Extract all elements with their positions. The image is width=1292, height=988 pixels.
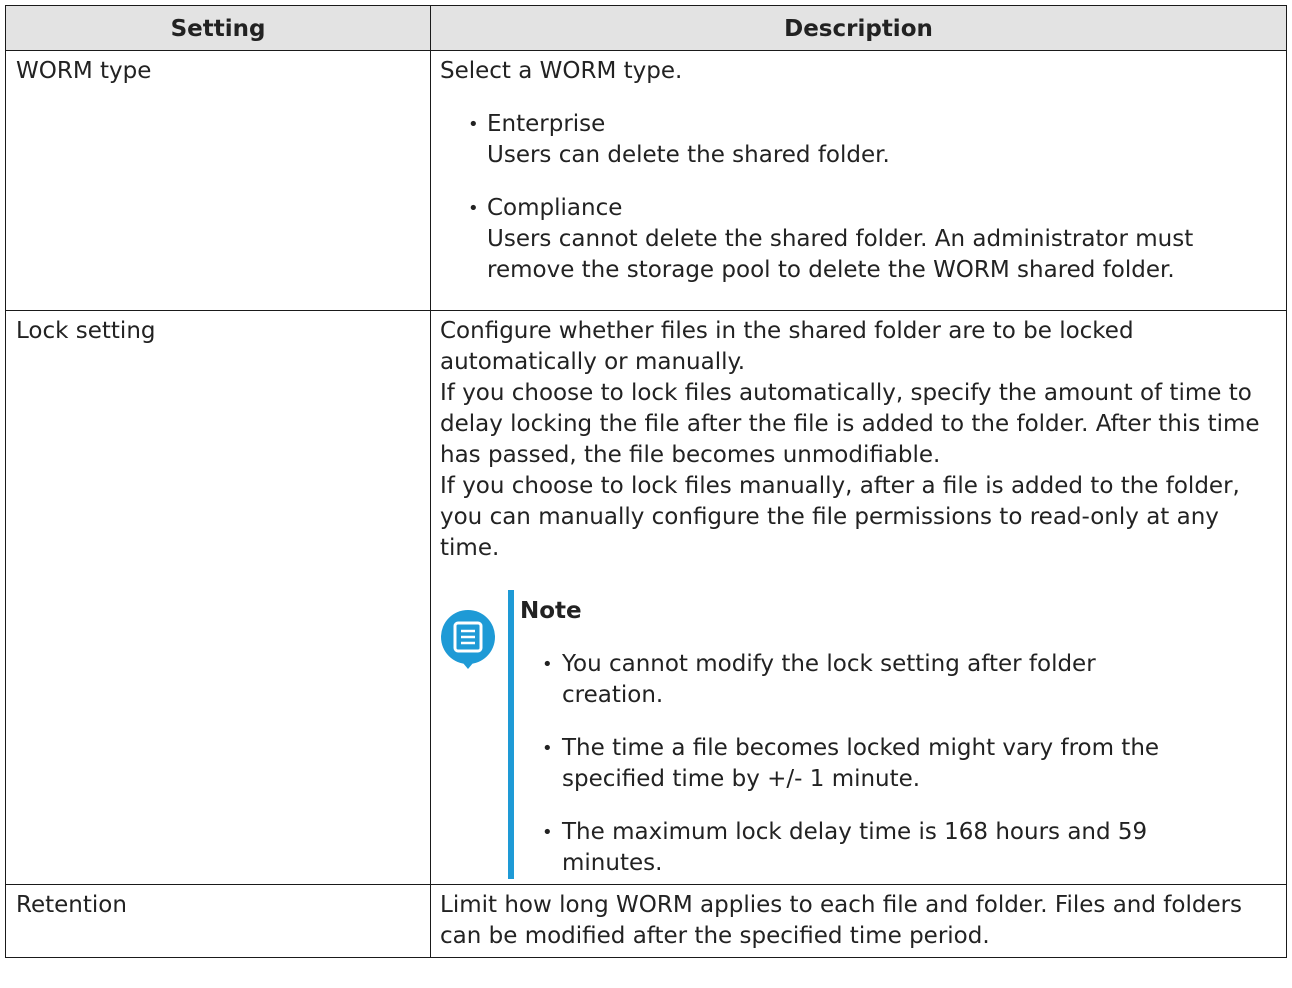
note-accent-bar [508, 590, 514, 879]
table-row: Retention Limit how long WORM applies to… [5, 884, 1287, 958]
list-item: The time a file becomes locked might var… [520, 733, 1160, 795]
list-item: Compliance Users cannot delete the share… [440, 193, 1277, 286]
setting-name: WORM type [5, 50, 431, 311]
description-text: Limit how long WORM applies to each file… [440, 892, 1243, 949]
option-list: Enterprise Users can delete the shared f… [440, 109, 1277, 286]
description-text: Configure whether files in the shared fo… [440, 318, 1134, 375]
option-text: Users cannot delete the shared folder. A… [487, 226, 1194, 283]
note-icon [440, 609, 496, 673]
list-item: Enterprise Users can delete the shared f… [440, 109, 1277, 171]
option-name: Compliance [487, 195, 623, 221]
settings-table: Setting Description WORM type Select a W… [5, 5, 1287, 958]
note-title: Note [520, 598, 582, 624]
setting-name: Lock setting [5, 310, 431, 885]
description-text: If you choose to lock files manually, af… [440, 473, 1240, 561]
column-header-setting: Setting [5, 5, 431, 51]
option-name: Enterprise [487, 111, 606, 137]
description-text: If you choose to lock files automaticall… [440, 380, 1260, 468]
table-header-row: Setting Description [5, 5, 1287, 51]
column-header-description: Description [430, 5, 1287, 51]
option-text: Users can delete the shared folder. [487, 142, 890, 168]
setting-name: Retention [5, 884, 431, 958]
list-item: You cannot modify the lock setting after… [520, 649, 1160, 711]
description-text: Select a WORM type. [440, 58, 683, 84]
table-row: Lock setting Configure whether files in … [5, 310, 1287, 885]
table-row: WORM type Select a WORM type. Enterprise… [5, 50, 1287, 311]
setting-description: Limit how long WORM applies to each file… [430, 884, 1287, 958]
note-box: Note You cannot modify the lock setting … [440, 590, 1277, 879]
note-list: You cannot modify the lock setting after… [520, 649, 1160, 879]
setting-description: Configure whether files in the shared fo… [430, 310, 1287, 885]
list-item: The maximum lock delay time is 168 hours… [520, 817, 1160, 879]
setting-description: Select a WORM type. Enterprise Users can… [430, 50, 1287, 311]
